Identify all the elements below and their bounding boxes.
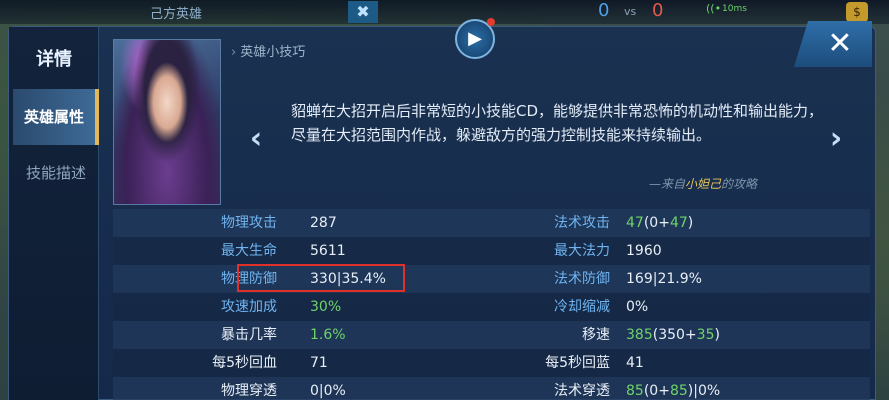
detail-sidebar: 详情 英雄属性 技能描述 [9,27,99,400]
stat-label: 物理穿透 [221,383,277,399]
sidebar-title: 详情 [36,49,72,70]
highlight-box [237,264,405,292]
stat-label: 移速 [582,327,610,343]
stat-value-text: 71 [310,355,328,371]
stat-value-part: 41 [626,355,644,371]
stat-value: 385(350+35) [626,321,720,349]
stat-value-part: 169|21.9% [626,271,702,287]
stat-label: 最大生命 [221,243,277,259]
stat-row: 物理攻击 287 法术攻击 47(0+47) [113,209,870,237]
coin-icon[interactable]: $ [846,2,868,22]
ally-score: 0 [598,0,610,21]
stat-label: 攻速加成 [221,299,277,315]
tab-hero-attributes[interactable]: 英雄属性 [13,89,99,145]
stat-label: 每5秒回血 [212,355,277,371]
stat-value-part: ) [714,327,720,343]
stat-value-text: 0|0% [310,383,346,399]
stat-label: 每5秒回蓝 [545,355,610,371]
prev-tip-icon[interactable]: ‹ [243,119,269,159]
stat-value: 1960 [626,237,662,265]
notification-dot [487,18,495,26]
stat-value-part: (0+ [643,383,670,399]
stat-label: 法术攻击 [554,215,610,231]
stat-value-part: 47 [669,215,688,231]
hud-close-icon[interactable]: ✖ [348,1,378,23]
stat-value: 41 [626,349,644,377]
stat-value-bonus: 30% [310,299,342,315]
stat-row: 每5秒回血 71 每5秒回蓝 41 [113,349,870,377]
stat-value-part: 1960 [626,243,662,259]
stat-row: 暴击几率 1.6% 移速 385(350+35) [113,321,870,349]
stat-value-part: 35 [696,327,715,343]
tips-header: › 英雄小技巧 [231,41,305,60]
hero-portrait [113,39,221,205]
stat-row: 最大生命 5611 最大法力 1960 [113,237,870,265]
stat-value-part: ) [687,215,694,231]
stat-value-part: )|0% [687,383,721,399]
tip-text: 貂蝉在大招开启后非常短的小技能CD，能够提供非常恐怖的机动性和输出能力，尽量在大… [291,102,824,144]
tip-source: —来自小妲己的攻略 [649,175,757,192]
stat-value: 0% [626,293,648,321]
team-label: 己方英雄 [150,7,203,22]
stat-value: 0|0% [310,377,346,400]
ping-label: 10ms [722,4,747,14]
stat-row: 物理防御 330|35.4% 法术防御 169|21.9% [113,265,870,293]
enemy-score: 0 [652,0,664,21]
game-hud: 己方英雄 ✖ 0 vs 0 ((• 10ms $ [0,0,889,24]
stat-value-text: 287 [310,215,337,231]
stat-value: 47(0+47) [626,209,693,237]
tip-source-suffix: 的攻略 [721,177,758,191]
vs-label: vs [624,5,637,18]
tips-header-label: 英雄小技巧 [240,45,306,60]
stat-value-part: 0% [626,299,649,315]
stat-value-bonus: 1.6% [310,327,346,343]
hero-detail-panel: 详情 英雄属性 技能描述 › 英雄小技巧 ▶ ✕ ‹ › 貂蝉在大招开启后非常短的… [8,18,876,400]
tip-source-prefix: —来自 [649,177,686,191]
stat-value: 1.6% [310,321,346,349]
tab-skill-description[interactable]: 技能描述 [13,145,99,201]
stat-value: 287 [310,209,337,237]
stat-value-part: (350+ [652,327,697,343]
tip-source-hero[interactable]: 小妲己 [685,177,721,191]
stat-label: 物理攻击 [221,215,277,231]
stat-value-part: 385 [626,327,653,343]
stat-label: 法术穿透 [554,383,610,399]
stat-value-text: 5611 [310,243,346,259]
stat-value: 5611 [310,237,346,265]
wifi-icon: ((• [706,2,722,15]
stat-value: 71 [310,349,328,377]
stat-row: 物理穿透 0|0% 法术穿透 85(0+85)|0% [113,377,870,400]
stats-table: 物理攻击 287 法术攻击 47(0+47) 最大生命 5611 最大法力 1960 物理防御 3… [113,209,870,400]
stat-value: 169|21.9% [626,265,702,293]
stat-value-part: (0+ [643,215,670,231]
stat-label: 法术防御 [554,271,610,287]
stat-label: 暴击几率 [221,327,277,343]
close-button[interactable]: ✕ [794,21,872,67]
stat-value: 30% [310,293,341,321]
stat-value-part: 85 [669,383,688,399]
stat-value-part: 47 [626,215,644,231]
stat-label: 冷却缩减 [554,299,610,315]
stat-label: 最大法力 [554,243,610,259]
chevron-right-icon: › [231,45,237,60]
stat-value-part: 85 [626,383,644,399]
stat-row: 攻速加成 30% 冷却缩减 0% [113,293,870,321]
stat-value: 85(0+85)|0% [626,377,720,400]
